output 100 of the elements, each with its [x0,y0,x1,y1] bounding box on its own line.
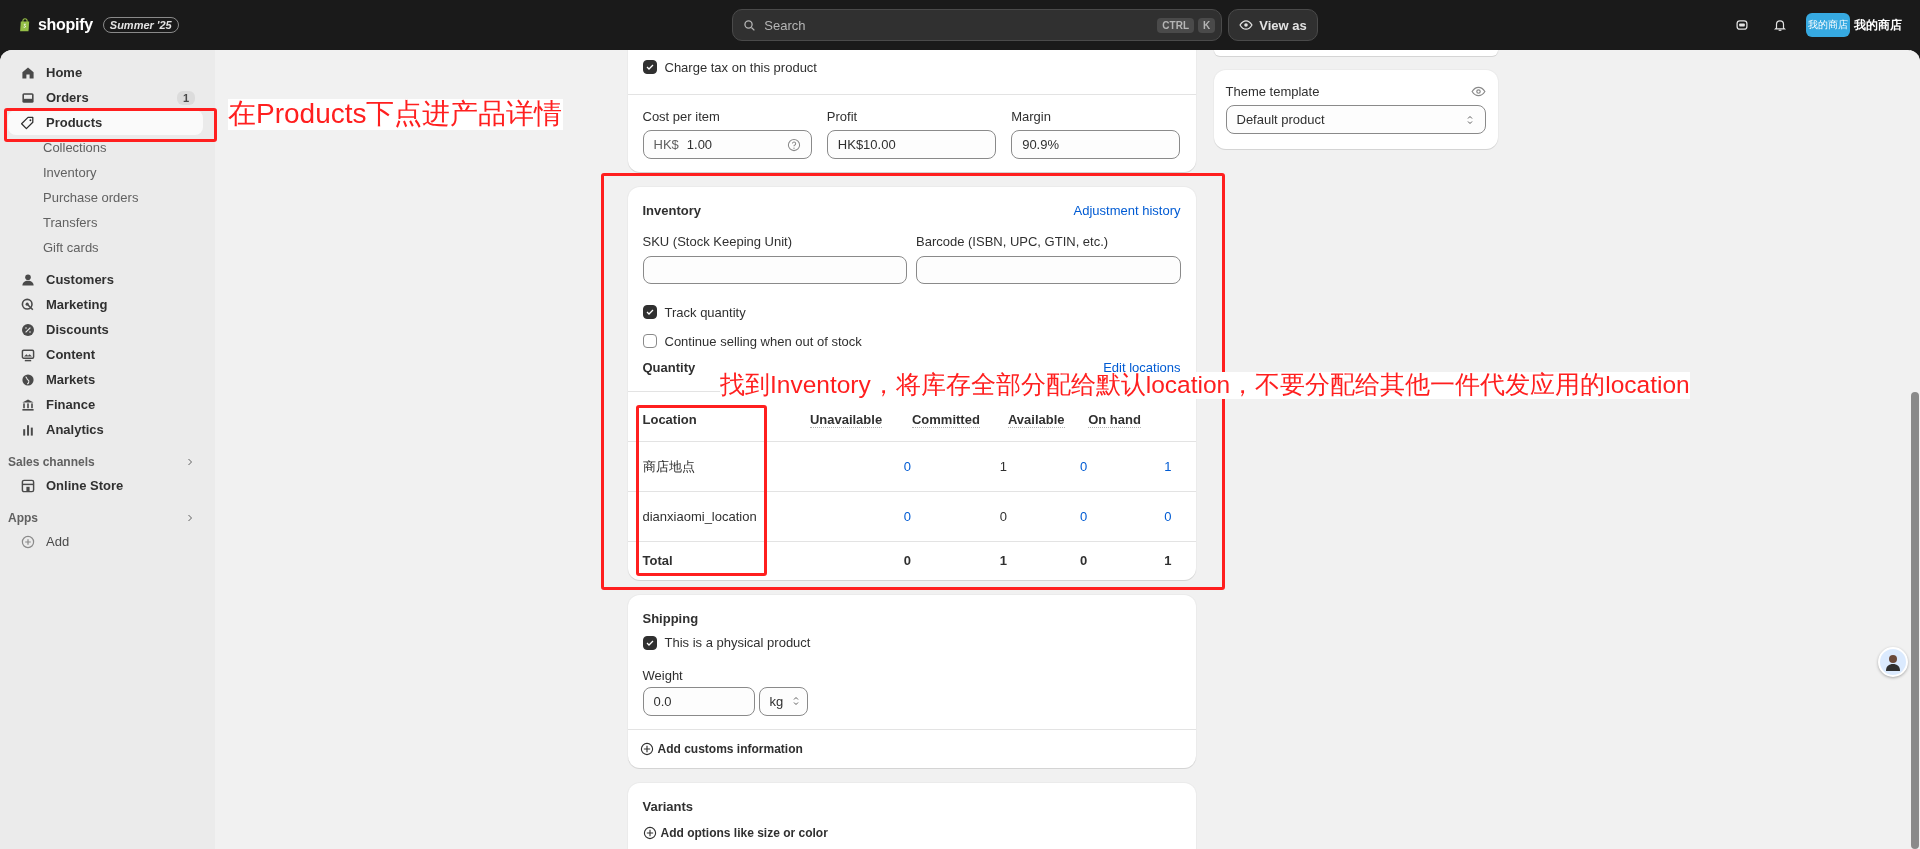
chevron-right-icon [185,457,195,467]
column-header: On hand [1088,412,1141,428]
add-options-link[interactable]: Add options like size or color [642,825,1181,840]
globe-icon [20,371,36,388]
table-cell: 1 [999,553,1007,568]
table-cell: 1 [1164,553,1172,568]
location-name: 商店地点 [642,458,695,474]
text-field[interactable]: HK$10.00 [826,130,997,159]
screen-icon [20,346,36,363]
field-label: Weight [642,667,684,683]
column-header: Committed [911,412,980,428]
store-avatar: 我的商店 [1806,13,1850,37]
column-header: Location [642,412,697,427]
field-label: Theme template [1225,84,1320,99]
table-cell: 0 [999,509,1007,524]
sidebar-item[interactable]: Markets [8,367,203,392]
plus-circle-icon [639,741,654,756]
checkbox-label: Continue selling when out of stock [664,333,862,349]
quantity-link[interactable]: 0 [1164,509,1172,524]
column-header: Available [1007,412,1065,428]
section-label: Quantity [642,360,696,375]
column-header: Unavailable [809,412,883,428]
sidebar-item[interactable]: Finance [8,392,203,417]
checkmark-icon [644,307,655,317]
checkbox[interactable] [642,60,657,74]
count-badge: 1 [176,90,195,105]
field-label: Profit [826,109,859,124]
checkmark-icon [644,62,655,72]
scrollbar-thumb[interactable] [1911,392,1919,849]
sidebar-item[interactable]: Discounts [8,317,203,342]
keyboard-key: CTRL [1157,17,1195,33]
sidebar-item[interactable]: Orders 1 [8,85,203,110]
eye-icon [1239,18,1254,32]
scrollbar[interactable] [1910,50,1920,849]
robot-face-icon [1735,18,1749,32]
shopping-bag-logo-icon [18,17,32,33]
bell-icon [1773,18,1787,32]
weight-field[interactable]: 0.0 [642,686,755,716]
sidebar-subitem[interactable]: Transfers [8,210,203,235]
assistant-avatar[interactable] [1878,647,1908,677]
field-label: Margin [1011,109,1052,124]
quantity-link[interactable]: 0 [903,459,911,474]
chevron-right-icon [185,513,195,523]
field-label: Barcode (ISBN, UPC, GTIN, etc.) [916,234,1110,249]
view-as-button[interactable]: View as [1228,9,1318,41]
text-field[interactable]: HK$ 1.00 [642,130,812,159]
discount-badge-icon [20,321,36,338]
target-icon [20,296,36,313]
card-title: Shipping [642,610,700,626]
location-name: dianxiaomi_location [642,509,757,524]
card-title: Inventory [642,203,701,218]
store-menu-button[interactable]: 我的商店 我的商店 [1806,13,1902,37]
person-silhouette-icon [1883,652,1903,672]
search-field[interactable]: Search [762,16,1152,34]
search-bar[interactable]: Search CTRL K [732,9,1223,41]
store-name: 我的商店 [1854,16,1902,34]
sidebar-subitem[interactable]: Gift cards [8,235,203,260]
text-field[interactable]: 90.9% [1011,130,1181,159]
quantity-link[interactable]: 0 [1079,459,1088,474]
sidebar-item[interactable]: Analytics [8,417,203,442]
text-field[interactable] [916,256,1181,284]
unit-select[interactable]: kg [758,686,808,716]
checkbox-label: This is a physical product [664,635,811,650]
eye-icon [1470,84,1486,99]
adjustment-history-link[interactable]: Adjustment history [1073,203,1181,218]
sidebar-subitem[interactable]: Purchase orders [8,185,203,210]
annotation-note: 找到Inventory，将库存全部分配给默认location，不要分配给其他一件代发应用的location [720,372,1690,399]
field-label: SKU (Stock Keeping Unit) [642,234,794,249]
add-customs-link[interactable]: Add customs information [639,741,1184,756]
sidebar-subitem[interactable]: Inventory [8,160,203,185]
sidebar-item[interactable]: Customers [8,267,203,292]
checkbox-label: Charge tax on this product [664,59,817,75]
logo-wordmark: shopify [38,16,93,34]
currency-prefix: HK$ [653,137,679,152]
table-cell: 1 [999,459,1007,474]
sidebar-item[interactable]: Home [8,60,203,85]
plus-circle-icon [642,825,657,840]
field-label: Cost per item [642,109,721,124]
checkbox[interactable] [642,305,657,319]
section-heading: Apps [8,511,38,525]
quantity-link[interactable]: 1 [1164,459,1172,474]
quantity-link[interactable]: 0 [1079,509,1088,524]
template-select[interactable]: Default product [1225,105,1486,134]
sidebar-item[interactable]: Online Store [8,473,203,498]
sidebar-item[interactable]: Add [8,529,203,554]
store-icon [20,477,36,494]
sidebar-item[interactable]: Products [8,110,203,135]
sidebar-subitem[interactable]: Collections [8,135,203,160]
person-icon [20,271,36,288]
keyboard-key: K [1198,17,1216,33]
text-field[interactable] [642,256,907,284]
checkbox[interactable] [642,635,657,650]
sidebar-item[interactable]: Content [8,342,203,367]
plus-circle-icon [20,533,36,550]
tag-icon [20,114,36,131]
table-cell: 0 [1079,553,1088,568]
card-title: Variants [642,798,695,814]
checkbox[interactable] [642,334,657,348]
sidebar-item[interactable]: Marketing [8,292,203,317]
quantity-link[interactable]: 0 [903,509,911,524]
